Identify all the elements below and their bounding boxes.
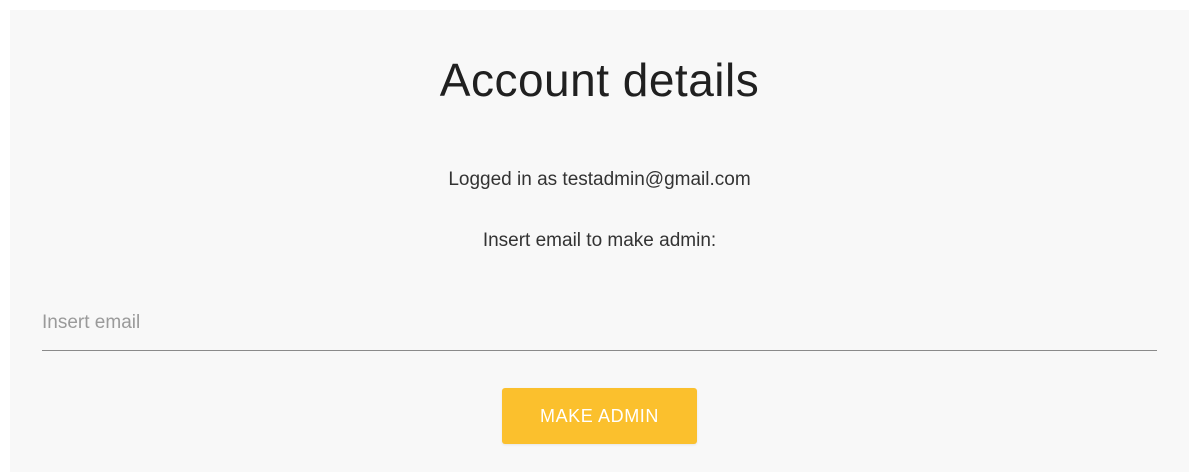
page-title: Account details	[439, 54, 760, 106]
make-admin-button[interactable]: MAKE ADMIN	[502, 388, 697, 444]
logged-in-status: Logged in as testadmin@gmail.com	[448, 169, 751, 190]
make-admin-instruction: Insert email to make admin:	[482, 230, 717, 251]
email-field[interactable]	[42, 295, 1157, 351]
account-details-panel: Account details Logged in as testadmin@g…	[10, 10, 1189, 472]
